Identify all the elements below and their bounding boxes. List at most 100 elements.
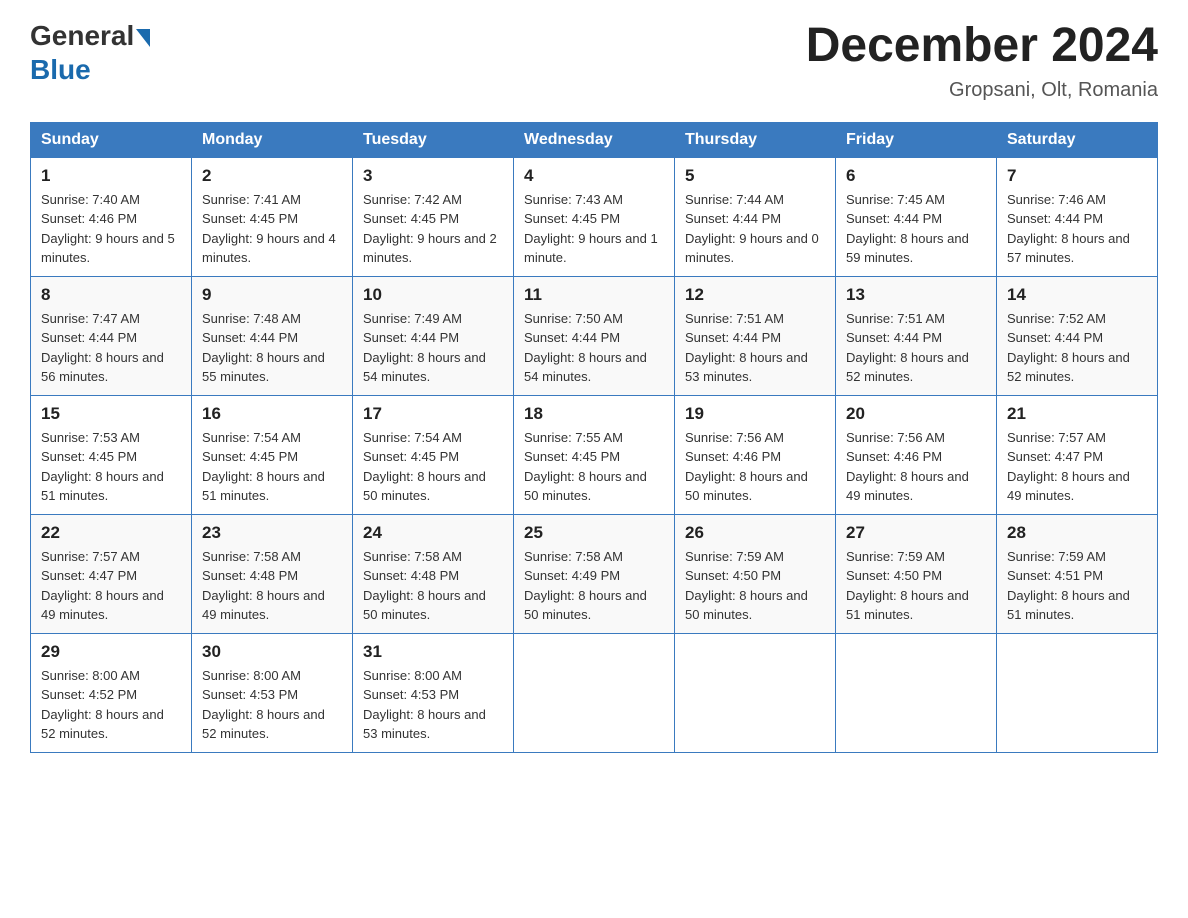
calendar-cell: 1Sunrise: 7:40 AMSunset: 4:46 PMDaylight… xyxy=(31,157,192,276)
calendar-week-5: 29 Sunrise: 8:00 AMSunset: 4:52 PMDayligh… xyxy=(31,633,1158,752)
weekday-header-saturday: Saturday xyxy=(997,122,1158,157)
weekday-header-tuesday: Tuesday xyxy=(353,122,514,157)
logo-blue-text: Blue xyxy=(30,54,91,86)
day-info: Sunrise: 7:54 AMSunset: 4:45 PMDaylight:… xyxy=(202,428,342,506)
calendar-cell: 5 Sunrise: 7:44 AMSunset: 4:44 PMDaylight… xyxy=(675,157,836,276)
calendar-cell: 22 Sunrise: 7:57 AMSunset: 4:47 PMDayligh… xyxy=(31,514,192,633)
day-number: 4 xyxy=(524,166,664,186)
calendar-cell: 8 Sunrise: 7:47 AMSunset: 4:44 PMDaylight… xyxy=(31,276,192,395)
day-info: Sunrise: 7:59 AMSunset: 4:50 PMDaylight:… xyxy=(846,547,986,625)
day-info: Sunrise: 7:41 AMSunset: 4:45 PMDaylight:… xyxy=(202,190,342,268)
day-info: Sunrise: 7:43 AMSunset: 4:45 PMDaylight:… xyxy=(524,190,664,268)
day-info: Sunrise: 7:46 AMSunset: 4:44 PMDaylight:… xyxy=(1007,190,1147,268)
day-info: Sunrise: 7:42 AMSunset: 4:45 PMDaylight:… xyxy=(363,190,503,268)
weekday-header-wednesday: Wednesday xyxy=(514,122,675,157)
day-number: 15 xyxy=(41,404,181,424)
month-title: December 2024 xyxy=(806,20,1158,73)
day-number: 25 xyxy=(524,523,664,543)
calendar-cell: 10 Sunrise: 7:49 AMSunset: 4:44 PMDayligh… xyxy=(353,276,514,395)
calendar-table: SundayMondayTuesdayWednesdayThursdayFrid… xyxy=(30,122,1158,753)
calendar-cell: 17Sunrise: 7:54 AMSunset: 4:45 PMDayligh… xyxy=(353,395,514,514)
calendar-cell: 3 Sunrise: 7:42 AMSunset: 4:45 PMDaylight… xyxy=(353,157,514,276)
calendar-cell xyxy=(836,633,997,752)
calendar-cell: 18Sunrise: 7:55 AMSunset: 4:45 PMDayligh… xyxy=(514,395,675,514)
day-number: 20 xyxy=(846,404,986,424)
day-info: Sunrise: 7:58 AMSunset: 4:48 PMDaylight:… xyxy=(363,547,503,625)
location-subtitle: Gropsani, Olt, Romania xyxy=(806,79,1158,102)
day-number: 28 xyxy=(1007,523,1147,543)
calendar-cell: 20 Sunrise: 7:56 AMSunset: 4:46 PMDayligh… xyxy=(836,395,997,514)
day-number: 13 xyxy=(846,285,986,305)
day-info: Sunrise: 7:59 AMSunset: 4:51 PMDaylight:… xyxy=(1007,547,1147,625)
day-info: Sunrise: 7:44 AMSunset: 4:44 PMDaylight:… xyxy=(685,190,825,268)
day-number: 8 xyxy=(41,285,181,305)
day-number: 29 xyxy=(41,642,181,662)
calendar-header-row: SundayMondayTuesdayWednesdayThursdayFrid… xyxy=(31,122,1158,157)
calendar-cell: 27 Sunrise: 7:59 AMSunset: 4:50 PMDayligh… xyxy=(836,514,997,633)
calendar-week-4: 22 Sunrise: 7:57 AMSunset: 4:47 PMDayligh… xyxy=(31,514,1158,633)
day-number: 9 xyxy=(202,285,342,305)
day-info: Sunrise: 7:59 AMSunset: 4:50 PMDaylight:… xyxy=(685,547,825,625)
calendar-cell: 31Sunrise: 8:00 AMSunset: 4:53 PMDayligh… xyxy=(353,633,514,752)
calendar-cell xyxy=(997,633,1158,752)
title-section: December 2024 Gropsani, Olt, Romania xyxy=(806,20,1158,102)
day-info: Sunrise: 7:58 AMSunset: 4:48 PMDaylight:… xyxy=(202,547,342,625)
day-number: 26 xyxy=(685,523,825,543)
day-info: Sunrise: 7:45 AMSunset: 4:44 PMDaylight:… xyxy=(846,190,986,268)
day-number: 2 xyxy=(202,166,342,186)
calendar-cell: 23Sunrise: 7:58 AMSunset: 4:48 PMDayligh… xyxy=(192,514,353,633)
calendar-cell: 2 Sunrise: 7:41 AMSunset: 4:45 PMDaylight… xyxy=(192,157,353,276)
day-info: Sunrise: 7:51 AMSunset: 4:44 PMDaylight:… xyxy=(846,309,986,387)
calendar-cell: 9 Sunrise: 7:48 AMSunset: 4:44 PMDaylight… xyxy=(192,276,353,395)
day-number: 3 xyxy=(363,166,503,186)
day-number: 11 xyxy=(524,285,664,305)
weekday-header-thursday: Thursday xyxy=(675,122,836,157)
calendar-cell: 15 Sunrise: 7:53 AMSunset: 4:45 PMDayligh… xyxy=(31,395,192,514)
day-number: 27 xyxy=(846,523,986,543)
day-info: Sunrise: 7:56 AMSunset: 4:46 PMDaylight:… xyxy=(685,428,825,506)
day-number: 19 xyxy=(685,404,825,424)
calendar-cell: 12Sunrise: 7:51 AMSunset: 4:44 PMDayligh… xyxy=(675,276,836,395)
calendar-cell: 13 Sunrise: 7:51 AMSunset: 4:44 PMDayligh… xyxy=(836,276,997,395)
logo-arrow-icon xyxy=(136,29,150,47)
day-info: Sunrise: 7:53 AMSunset: 4:45 PMDaylight:… xyxy=(41,428,181,506)
calendar-cell: 21Sunrise: 7:57 AMSunset: 4:47 PMDayligh… xyxy=(997,395,1158,514)
day-number: 12 xyxy=(685,285,825,305)
day-number: 22 xyxy=(41,523,181,543)
day-info: Sunrise: 7:57 AMSunset: 4:47 PMDaylight:… xyxy=(41,547,181,625)
day-info: Sunrise: 8:00 AMSunset: 4:53 PMDaylight:… xyxy=(202,666,342,744)
day-number: 24 xyxy=(363,523,503,543)
day-number: 14 xyxy=(1007,285,1147,305)
calendar-week-3: 15 Sunrise: 7:53 AMSunset: 4:45 PMDayligh… xyxy=(31,395,1158,514)
day-info: Sunrise: 7:47 AMSunset: 4:44 PMDaylight:… xyxy=(41,309,181,387)
calendar-cell: 24 Sunrise: 7:58 AMSunset: 4:48 PMDayligh… xyxy=(353,514,514,633)
calendar-cell: 30 Sunrise: 8:00 AMSunset: 4:53 PMDayligh… xyxy=(192,633,353,752)
day-number: 10 xyxy=(363,285,503,305)
calendar-cell: 14Sunrise: 7:52 AMSunset: 4:44 PMDayligh… xyxy=(997,276,1158,395)
calendar-cell xyxy=(514,633,675,752)
day-info: Sunrise: 7:50 AMSunset: 4:44 PMDaylight:… xyxy=(524,309,664,387)
day-info: Sunrise: 7:48 AMSunset: 4:44 PMDaylight:… xyxy=(202,309,342,387)
day-number: 6 xyxy=(846,166,986,186)
day-number: 7 xyxy=(1007,166,1147,186)
day-number: 16 xyxy=(202,404,342,424)
calendar-week-2: 8 Sunrise: 7:47 AMSunset: 4:44 PMDaylight… xyxy=(31,276,1158,395)
day-info: Sunrise: 7:49 AMSunset: 4:44 PMDaylight:… xyxy=(363,309,503,387)
day-info: Sunrise: 7:56 AMSunset: 4:46 PMDaylight:… xyxy=(846,428,986,506)
weekday-header-sunday: Sunday xyxy=(31,122,192,157)
logo: General Blue xyxy=(30,20,150,86)
calendar-cell: 6 Sunrise: 7:45 AMSunset: 4:44 PMDaylight… xyxy=(836,157,997,276)
day-info: Sunrise: 8:00 AMSunset: 4:52 PMDaylight:… xyxy=(41,666,181,744)
day-number: 18 xyxy=(524,404,664,424)
calendar-cell xyxy=(675,633,836,752)
day-info: Sunrise: 7:58 AMSunset: 4:49 PMDaylight:… xyxy=(524,547,664,625)
day-info: Sunrise: 7:40 AMSunset: 4:46 PMDaylight:… xyxy=(41,190,181,268)
calendar-cell: 11 Sunrise: 7:50 AMSunset: 4:44 PMDayligh… xyxy=(514,276,675,395)
calendar-cell: 19 Sunrise: 7:56 AMSunset: 4:46 PMDayligh… xyxy=(675,395,836,514)
day-info: Sunrise: 7:57 AMSunset: 4:47 PMDaylight:… xyxy=(1007,428,1147,506)
day-number: 5 xyxy=(685,166,825,186)
weekday-header-monday: Monday xyxy=(192,122,353,157)
day-number: 30 xyxy=(202,642,342,662)
calendar-cell: 29 Sunrise: 8:00 AMSunset: 4:52 PMDayligh… xyxy=(31,633,192,752)
logo-general-text: General xyxy=(30,20,134,52)
